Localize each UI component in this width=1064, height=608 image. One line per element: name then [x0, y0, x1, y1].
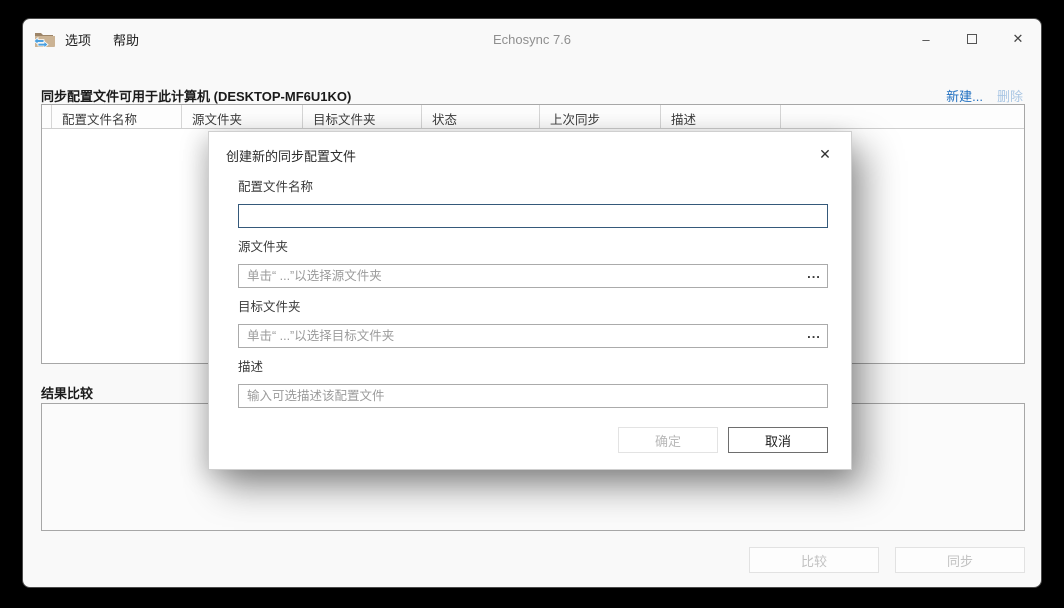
source-folder-input[interactable]	[238, 264, 828, 288]
profile-name-input[interactable]	[238, 204, 828, 228]
target-folder-label: 目标文件夹	[238, 296, 301, 315]
profile-name-label: 配置文件名称	[238, 176, 313, 195]
profile-actions: 新建... 删除	[946, 86, 1023, 105]
description-label: 描述	[238, 356, 263, 375]
maximize-button[interactable]	[949, 19, 995, 59]
profiles-table-header: 配置文件名称 源文件夹 目标文件夹 状态 上次同步 描述	[42, 105, 1024, 129]
menu-help[interactable]: 帮助	[113, 30, 139, 49]
window-title: Echosync 7.6	[23, 19, 1041, 59]
column-header-selector[interactable]	[42, 105, 52, 128]
cancel-button[interactable]: 取消	[728, 427, 828, 453]
column-header-spacer	[781, 105, 1024, 128]
profiles-section-title: 同步配置文件可用于此计算机 (DESKTOP-MF6U1KO)	[41, 86, 351, 105]
target-folder-browse-button[interactable]: ...	[801, 325, 827, 347]
menubar: 选项 帮助	[65, 19, 139, 59]
dialog-title: 创建新的同步配置文件	[226, 146, 356, 165]
window-controls: – ✕	[903, 19, 1041, 59]
ok-button: 确定	[618, 427, 718, 453]
create-profile-dialog: 创建新的同步配置文件 ✕ 配置文件名称 源文件夹 ... 目标文件夹 ... 描…	[208, 131, 852, 470]
results-section-title: 结果比较	[41, 383, 93, 402]
titlebar: 选项 帮助 Echosync 7.6 – ✕	[23, 19, 1041, 59]
source-folder-browse-button[interactable]: ...	[801, 265, 827, 287]
new-profile-link[interactable]: 新建...	[946, 86, 983, 105]
compare-button[interactable]: 比较	[749, 547, 879, 573]
app-logo-sync-folder-icon	[33, 28, 55, 50]
minimize-icon: –	[922, 32, 929, 47]
column-header-source-folder[interactable]: 源文件夹	[182, 105, 303, 128]
sync-button[interactable]: 同步	[895, 547, 1025, 573]
source-folder-label: 源文件夹	[238, 236, 288, 255]
column-header-profile-name[interactable]: 配置文件名称	[52, 105, 182, 128]
description-input[interactable]	[238, 384, 828, 408]
close-icon: ✕	[1013, 31, 1024, 47]
column-header-last-sync[interactable]: 上次同步	[540, 105, 661, 128]
close-button[interactable]: ✕	[995, 19, 1041, 59]
target-folder-input[interactable]	[238, 324, 828, 348]
close-icon: ✕	[819, 146, 831, 163]
minimize-button[interactable]: –	[903, 19, 949, 59]
delete-profile-link: 删除	[997, 86, 1023, 105]
column-header-description[interactable]: 描述	[661, 105, 781, 128]
column-header-status[interactable]: 状态	[422, 105, 540, 128]
dialog-close-button[interactable]: ✕	[813, 142, 837, 166]
column-header-target-folder[interactable]: 目标文件夹	[303, 105, 422, 128]
maximize-icon	[967, 34, 977, 44]
menu-options[interactable]: 选项	[65, 30, 91, 49]
